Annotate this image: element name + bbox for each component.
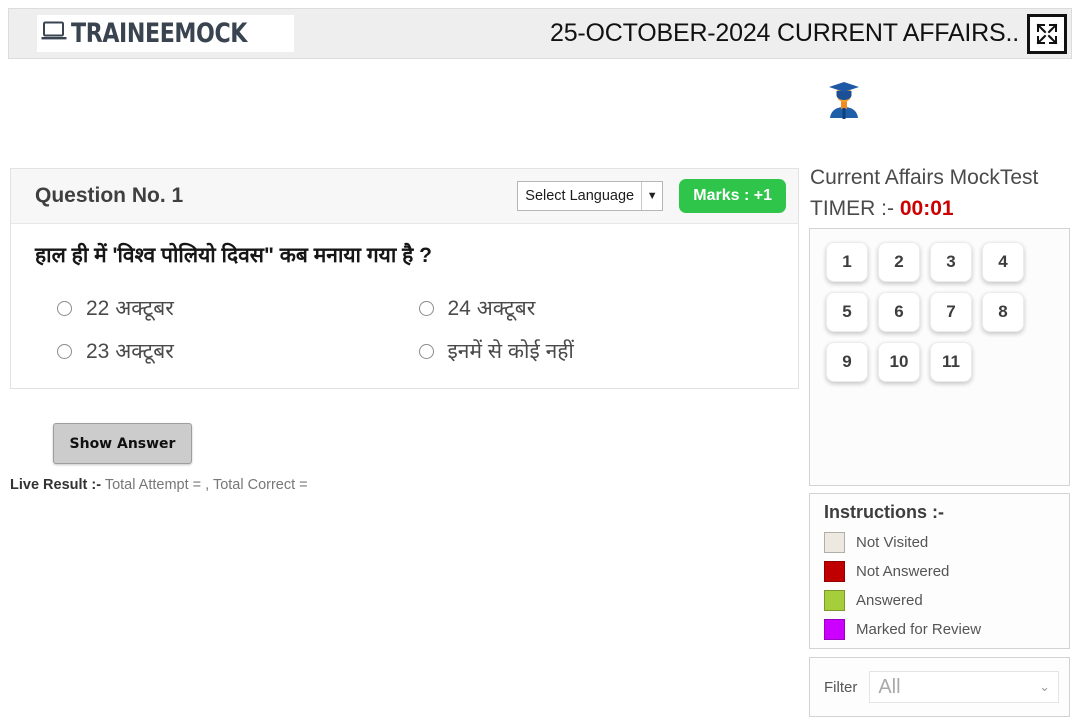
legend-item-not-visited: Not Visited xyxy=(824,528,1069,557)
radio-icon[interactable] xyxy=(57,301,72,317)
live-result-prefix: Live Result :- xyxy=(10,477,102,493)
timer-value: 00:01 xyxy=(899,197,954,220)
option-label: 22 अक्टूबर xyxy=(86,297,174,321)
radio-icon[interactable] xyxy=(57,343,72,359)
question-body: हाल ही में 'विश्व पोलियो दिवस" कब मनाया … xyxy=(11,224,798,388)
radio-icon[interactable] xyxy=(418,301,434,317)
legend-item-answered: Answered xyxy=(824,586,1069,615)
legend-item-marked-for-review: Marked for Review xyxy=(824,615,1069,644)
radio-icon[interactable] xyxy=(418,343,434,359)
graduate-student-icon xyxy=(826,78,862,122)
legend-label: Marked for Review xyxy=(856,621,982,638)
filter-select-value: All xyxy=(878,675,901,698)
live-result: Live Result :- Total Attempt = , Total C… xyxy=(10,477,308,493)
question-nav-button[interactable]: 6 xyxy=(878,292,920,332)
language-select[interactable]: Select Language ▼ xyxy=(517,181,664,211)
question-nav-button[interactable]: 3 xyxy=(930,242,972,282)
chevron-down-icon: ⌄ xyxy=(1039,679,1050,694)
option-item[interactable]: 24 अक्टूबर xyxy=(418,292,781,325)
language-select-value: Select Language xyxy=(525,188,635,204)
legend-item-not-answered: Not Answered xyxy=(824,557,1069,586)
legend-label: Answered xyxy=(856,592,923,609)
question-nav-button[interactable]: 10 xyxy=(878,342,920,382)
question-nav-button[interactable]: 8 xyxy=(982,292,1024,332)
question-nav-button[interactable]: 9 xyxy=(826,342,868,382)
question-nav-button[interactable]: 4 xyxy=(982,242,1024,282)
option-list: 22 अक्टूबर 24 अक्टूबर 23 अक्टूबर इनमें स… xyxy=(11,292,798,368)
brand-logo-text: TRAINEEMOCK xyxy=(71,18,248,49)
question-panel: Question No. 1 Select Language ▼ Marks :… xyxy=(10,168,799,389)
legend-label: Not Answered xyxy=(856,563,950,580)
timer: TIMER :- 00:01 xyxy=(810,197,954,221)
option-item[interactable]: इनमें से कोई नहीं xyxy=(418,335,781,368)
laptop-icon xyxy=(41,21,67,46)
question-nav-button[interactable]: 2 xyxy=(878,242,920,282)
show-answer-button[interactable]: Show Answer xyxy=(53,423,192,464)
filter-select[interactable]: All ⌄ xyxy=(869,671,1059,703)
legend-swatch xyxy=(824,619,845,640)
chevron-down-icon: ▼ xyxy=(641,182,662,210)
exam-title: 25-OCTOBER-2024 CURRENT AFFAIRS.. xyxy=(550,19,1019,47)
instructions-title: Instructions :- xyxy=(824,502,944,522)
legend-swatch xyxy=(824,532,845,553)
option-label: 24 अक्टूबर xyxy=(447,297,536,321)
legend-label: Not Visited xyxy=(856,534,929,551)
question-nav-button[interactable]: 1 xyxy=(826,242,868,282)
question-nav-button[interactable]: 11 xyxy=(930,342,972,382)
mocktest-title: Current Affairs MockTest xyxy=(810,166,1039,189)
instructions-panel: Instructions :- Not Visited Not Answered… xyxy=(809,493,1070,649)
question-header: Question No. 1 Select Language ▼ Marks :… xyxy=(11,169,798,224)
question-nav-button[interactable]: 7 xyxy=(930,292,972,332)
legend-swatch xyxy=(824,561,845,582)
option-item[interactable]: 23 अक्टूबर xyxy=(57,335,419,368)
question-number-grid: 1 2 3 4 5 6 7 8 9 10 11 xyxy=(826,242,1069,392)
brand-logo[interactable]: TRAINEEMOCK xyxy=(37,15,294,52)
app-header: TRAINEEMOCK 25-OCTOBER-2024 CURRENT AFFA… xyxy=(8,8,1072,59)
question-text: हाल ही में 'विश्व पोलियो दिवस" कब मनाया … xyxy=(35,244,432,267)
question-number: Question No. 1 xyxy=(35,184,184,207)
question-navigator-panel: 1 2 3 4 5 6 7 8 9 10 11 xyxy=(809,228,1070,486)
option-item[interactable]: 22 अक्टूबर xyxy=(57,292,419,325)
filter-panel: Filter All ⌄ xyxy=(809,657,1070,717)
legend-swatch xyxy=(824,590,845,611)
option-label: 23 अक्टूबर xyxy=(86,339,174,363)
live-result-text: Total Attempt = , Total Correct = xyxy=(101,477,308,493)
marks-badge[interactable]: Marks : +1 xyxy=(679,179,786,213)
fullscreen-expand-icon[interactable] xyxy=(1027,13,1067,54)
question-nav-button[interactable]: 5 xyxy=(826,292,868,332)
option-label: इनमें से कोई नहीं xyxy=(447,339,574,363)
timer-label: TIMER :- xyxy=(810,197,894,220)
filter-label: Filter xyxy=(824,678,858,696)
